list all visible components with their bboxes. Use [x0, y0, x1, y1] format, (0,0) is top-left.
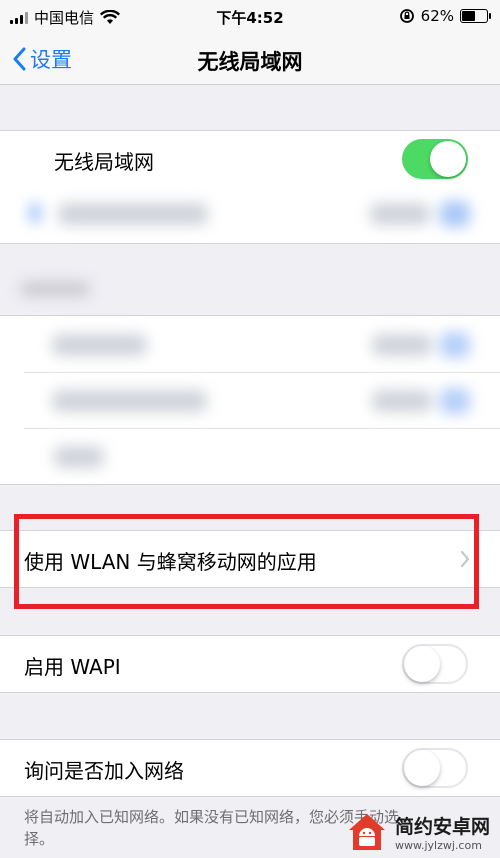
ask-to-join-label: 询问是否加入网络 — [24, 759, 184, 783]
highlight-box — [14, 514, 479, 609]
network-list — [0, 315, 500, 485]
navigation-bar: 设置 无线局域网 — [0, 34, 500, 85]
ask-to-join-row: 询问是否加入网络 — [0, 739, 500, 797]
wifi-toggle[interactable] — [402, 139, 468, 179]
battery-percent: 62% — [420, 7, 454, 25]
ask-to-join-toggle[interactable] — [402, 748, 468, 788]
current-network-row[interactable] — [0, 191, 500, 241]
wapi-toggle[interactable] — [402, 644, 468, 684]
page-title: 无线局域网 — [197, 50, 303, 74]
status-right: 62% — [399, 7, 491, 25]
other-network-row[interactable] — [0, 428, 500, 484]
network-row[interactable] — [0, 316, 500, 372]
orientation-lock-icon — [399, 9, 414, 23]
network-row[interactable] — [0, 372, 500, 428]
wapi-label: 启用 WAPI — [24, 655, 121, 679]
android-logo-icon — [349, 813, 385, 850]
watermark-name: 简约安卓网 — [395, 815, 491, 838]
wifi-group: 无线局域网 — [0, 130, 500, 244]
battery-icon — [460, 9, 491, 23]
status-bar: 中国电信 下午4:52 62% — [0, 0, 500, 34]
wifi-label: 无线局域网 — [54, 150, 154, 174]
wapi-row: 启用 WAPI — [0, 635, 500, 693]
watermark-url: www.jylzwj.com — [395, 838, 482, 852]
networks-section-header — [20, 282, 100, 298]
site-watermark: 简约安卓网 www.jylzwj.com — [345, 805, 500, 858]
wifi-toggle-row: 无线局域网 — [0, 131, 500, 187]
